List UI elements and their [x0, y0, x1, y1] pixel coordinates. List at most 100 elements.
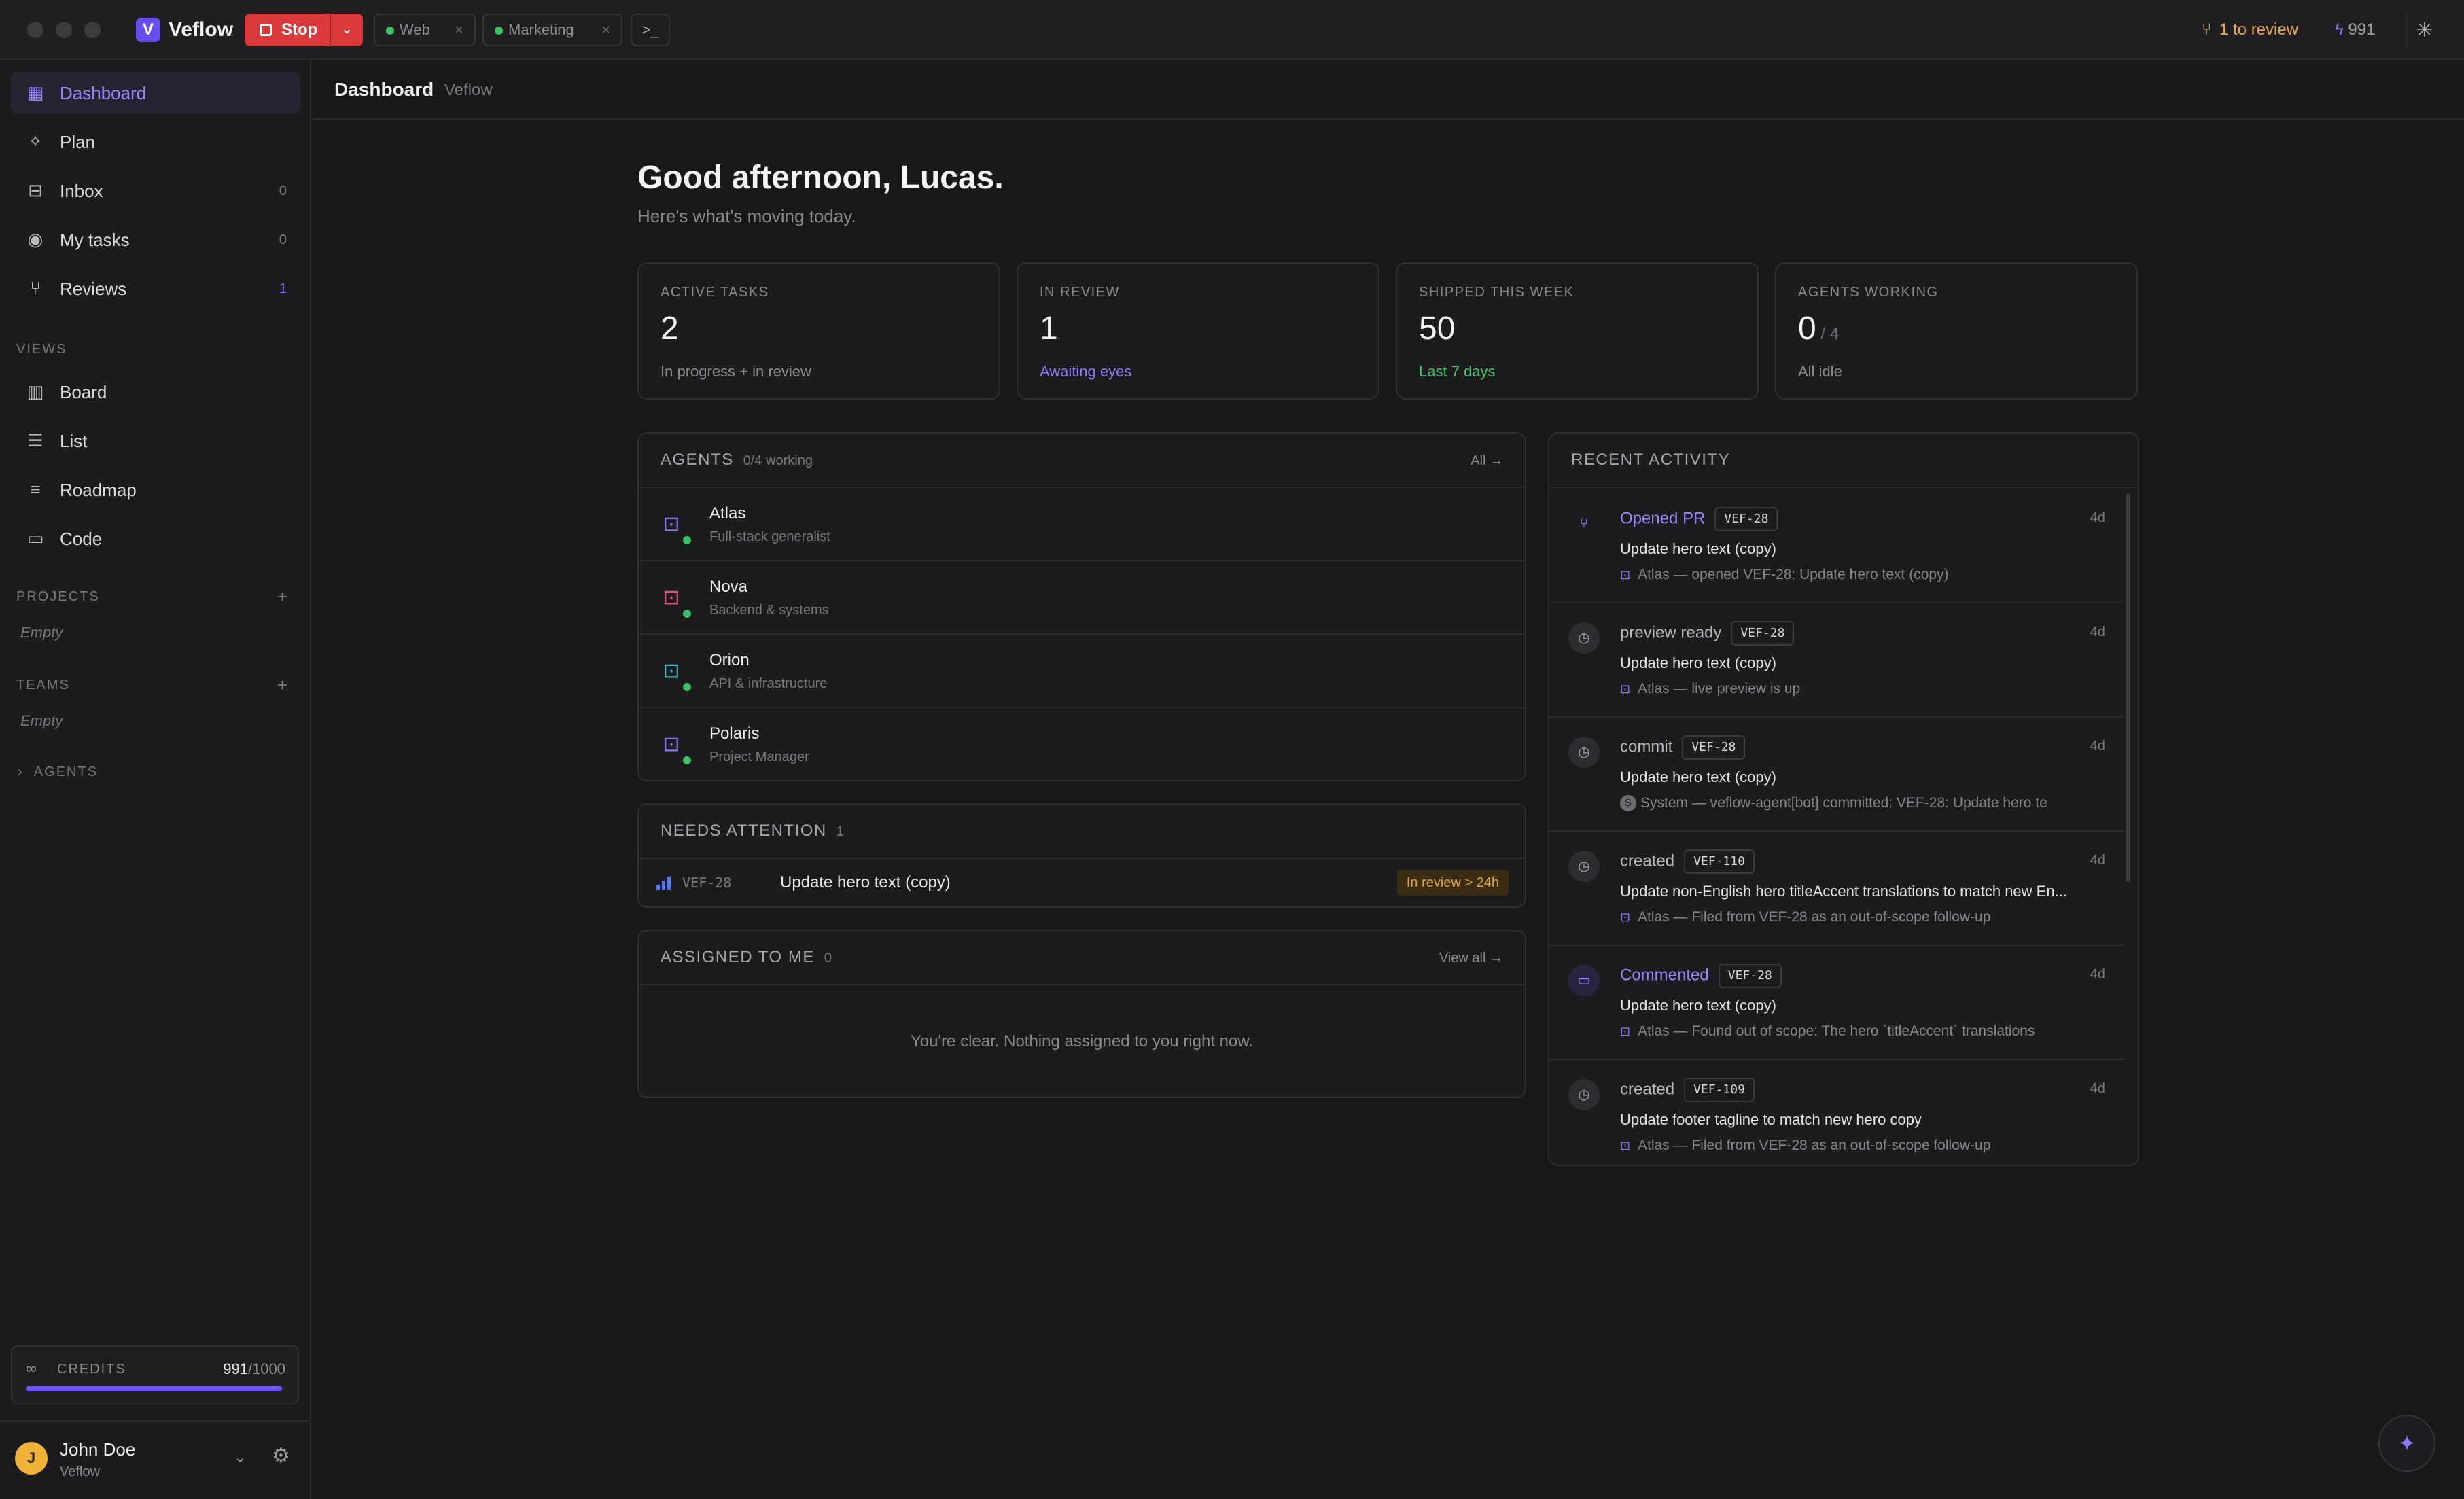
priority-bars-icon — [656, 877, 673, 890]
issue-title: Update hero text (copy) — [780, 873, 951, 892]
agent-row-nova[interactable]: ⊡ Nova Backend & systems — [639, 561, 1525, 635]
reviews-pending-link[interactable]: ⑂ 1 to review — [2202, 18, 2298, 42]
sidebar-item-my-tasks[interactable]: ◉ My tasks 0 — [11, 219, 300, 261]
sidebar-item-code[interactable]: ▭ Code — [11, 518, 300, 560]
agent-row-polaris[interactable]: ⊡ Polaris Project Manager — [639, 708, 1525, 780]
sidebar-item-inbox[interactable]: ⊟ Inbox 0 — [11, 170, 300, 212]
agent-role: Project Manager — [709, 750, 809, 764]
close-icon[interactable]: × — [601, 15, 610, 45]
activity-type: created VEF-110 — [1620, 849, 1755, 874]
window-zoom-button[interactable] — [84, 22, 101, 38]
theme-toggle-icon[interactable]: ✳ — [2406, 12, 2442, 49]
sidebar-item-board[interactable]: ▥ Board — [11, 371, 300, 413]
sidebar-item-roadmap[interactable]: ≡ Roadmap — [11, 469, 300, 511]
status-dot-icon — [495, 27, 503, 35]
sidebar-item-plan[interactable]: ✧ Plan — [11, 121, 300, 163]
stat-card-in-review[interactable]: IN REVIEW 1 Awaiting eyes — [1017, 262, 1379, 400]
agent-name: Atlas — [709, 504, 746, 523]
gear-icon[interactable]: ⚙ — [272, 1445, 290, 1468]
issue-tag[interactable]: VEF-28 — [1731, 621, 1795, 646]
agent-row-orion[interactable]: ⊡ Orion API & infrastructure — [639, 635, 1525, 708]
all-agents-link[interactable]: All → — [1471, 453, 1503, 469]
activity-time: 4d — [2090, 853, 2105, 868]
status-badge: In review > 24h — [1396, 870, 1509, 896]
credits-indicator[interactable]: ϟ 991 — [2335, 18, 2375, 42]
stat-label: SHIPPED THIS WEEK — [1419, 285, 1574, 300]
credits-card[interactable]: ∞ CREDITS 991/1000 — [11, 1345, 299, 1404]
env-tab-label: Web — [400, 21, 430, 38]
activity-item[interactable]: ◷ preview ready VEF-28 4d Update hero tex… — [1549, 603, 2124, 718]
stat-subtitle: All idle — [1798, 363, 1842, 380]
sidebar-item-list[interactable]: ☰ List — [11, 420, 300, 462]
user-circle-icon: ◉ — [27, 229, 43, 249]
activity-item[interactable]: ◷ commit VEF-28 4d Update hero text (copy… — [1549, 718, 2124, 832]
panel-title: ASSIGNED TO ME 0 — [661, 948, 832, 966]
comment-icon: ▭ — [1568, 965, 1600, 996]
agent-row-atlas[interactable]: ⊡ Atlas Full-stack generalist — [639, 488, 1525, 561]
activity-meta: ⊡ Atlas — Filed from VEF-28 as an out-of-… — [1620, 1136, 2104, 1155]
greeting-title: Good afternoon, Lucas. — [637, 160, 1004, 196]
activity-time: 4d — [2090, 624, 2105, 639]
env-tab-marketing[interactable]: Marketing × — [482, 14, 622, 46]
greeting-subtitle: Here's what's moving today. — [637, 206, 856, 226]
sidebar-item-label: Reviews — [60, 279, 127, 299]
activity-type: Opened PR VEF-28 — [1620, 507, 1778, 531]
issue-tag[interactable]: VEF-28 — [1682, 735, 1746, 760]
robot-icon: ⊡ — [663, 660, 680, 682]
chevron-down-icon[interactable]: ⌄ — [234, 1449, 246, 1466]
stat-value: 2 — [661, 311, 679, 347]
stat-card-active-tasks[interactable]: ACTIVE TASKS 2 In progress + in review — [637, 262, 1000, 400]
clock-icon: ◷ — [1568, 737, 1600, 768]
status-dot-icon — [681, 754, 693, 766]
stop-button[interactable]: Stop ⌄ — [245, 14, 363, 46]
issue-tag[interactable]: VEF-28 — [1714, 507, 1778, 531]
activity-type: Commented VEF-28 — [1620, 964, 1782, 988]
ai-assistant-sparkle-icon[interactable]: ✦ — [2378, 1415, 2435, 1472]
robot-icon: ⊡ — [1620, 682, 1631, 696]
activity-title: Update hero text (copy) — [1620, 654, 1776, 671]
add-project-icon[interactable]: + — [277, 588, 287, 605]
git-pull-request-icon: ⑂ — [2202, 20, 2212, 39]
activity-time: 4d — [2090, 739, 2105, 754]
chevron-down-icon[interactable]: ⌄ — [341, 20, 353, 37]
view-all-link[interactable]: View all → — [1439, 950, 1503, 966]
inbox-count: 0 — [279, 183, 287, 198]
list-icon: ☰ — [27, 430, 43, 451]
stat-value: 0 / 4 — [1798, 311, 1840, 347]
activity-scrollbar[interactable] — [2126, 493, 2130, 882]
add-team-icon[interactable]: + — [277, 676, 287, 694]
window-minimize-button[interactable] — [56, 22, 72, 38]
user-menu[interactable]: J John Doe Veflow ⌄ ⚙ — [0, 1420, 311, 1499]
activity-title: Update footer tagline to match new hero … — [1620, 1111, 1922, 1128]
env-tab-web[interactable]: Web × — [374, 14, 476, 46]
sidebar-item-reviews[interactable]: ⑂ Reviews 1 — [11, 268, 300, 310]
assigned-to-me-panel: ASSIGNED TO ME 0 View all → You're clear.… — [637, 930, 1526, 1098]
stop-button-label: Stop — [281, 20, 318, 39]
stat-card-shipped[interactable]: SHIPPED THIS WEEK 50 Last 7 days — [1396, 262, 1759, 400]
robot-icon: ⊡ — [1620, 1025, 1631, 1038]
breadcrumb: Dashboard Veflow — [313, 60, 2464, 120]
close-icon[interactable]: × — [455, 15, 463, 45]
stat-value: 50 — [1419, 311, 1456, 347]
sidebar-item-dashboard[interactable]: ▦ Dashboard — [11, 72, 300, 114]
robot-icon: ⊡ — [1620, 1139, 1631, 1152]
veflow-logo-icon: V — [136, 18, 160, 42]
activity-item[interactable]: ▭ Commented VEF-28 4d Update hero text (c… — [1549, 946, 2124, 1060]
window-close-button[interactable] — [27, 22, 43, 38]
activity-item[interactable]: ⑂ Opened PR VEF-28 4d Update hero text (c… — [1549, 489, 2124, 603]
activity-type: commit VEF-28 — [1620, 735, 1746, 760]
status-dot-icon — [681, 534, 693, 546]
issue-tag[interactable]: VEF-28 — [1718, 964, 1782, 988]
agents-section-toggle[interactable]: › AGENTS — [18, 764, 98, 780]
user-name: John Doe — [60, 1439, 136, 1460]
stat-card-agents-working[interactable]: AGENTS WORKING 0 / 4 All idle — [1775, 262, 2138, 400]
sidebar-item-label: Code — [60, 529, 103, 549]
terminal-icon[interactable]: >_ — [631, 14, 670, 46]
workspace-name: Veflow — [444, 81, 493, 99]
attention-row[interactable]: VEF-28 Update hero text (copy) In review… — [639, 859, 1525, 906]
activity-item[interactable]: ◷ created VEF-109 4d Update footer taglin… — [1549, 1060, 2124, 1165]
activity-item[interactable]: ◷ created VEF-110 4d Update non-English h… — [1549, 832, 2124, 946]
issue-tag[interactable]: VEF-109 — [1684, 1078, 1755, 1102]
stat-value: 1 — [1040, 311, 1058, 347]
issue-tag[interactable]: VEF-110 — [1684, 849, 1755, 874]
